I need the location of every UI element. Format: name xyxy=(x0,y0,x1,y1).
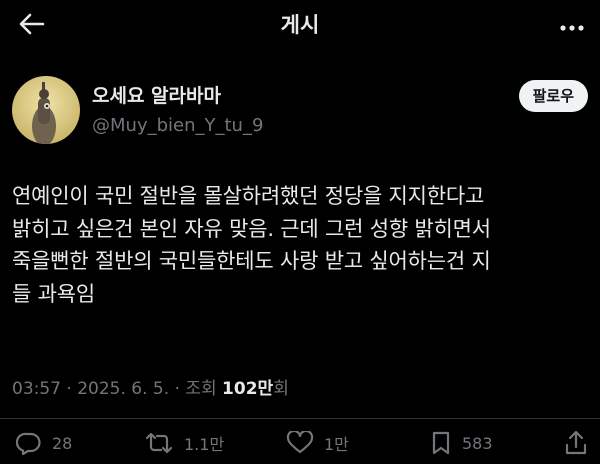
repost-count: 1.1만 xyxy=(184,435,225,454)
meta-separator: · xyxy=(169,379,186,399)
post-line: 들 과욕임 xyxy=(12,281,95,306)
like-count: 1만 xyxy=(324,435,349,454)
share-icon xyxy=(564,430,588,456)
page-title: 게시 xyxy=(280,13,320,37)
post-meta: 03:57 · 2025. 6. 5. · 조회 102만회 xyxy=(12,376,289,402)
post-line: 죽을뻔한 절반의 국민들한테도 사랑 받고 싶어하는건 지 xyxy=(12,249,491,273)
bookmark-count: 583 xyxy=(462,433,493,453)
avatar[interactable] xyxy=(12,76,80,144)
views-suffix: 회 xyxy=(273,379,289,399)
reply-button[interactable]: 28 xyxy=(16,426,72,460)
repost-button[interactable]: 1.1만 xyxy=(144,426,224,460)
bookmark-button[interactable]: 583 xyxy=(430,426,493,460)
follow-button[interactable]: 팔로우 xyxy=(518,80,588,112)
author-display-name[interactable]: 오세요 알라바마 xyxy=(92,84,221,108)
post-line: 연예인이 국민 절반을 몰살하려했던 정당을 지지한다고 xyxy=(12,184,485,208)
top-bar: 게시 xyxy=(0,0,600,52)
post-author: 오세요 알라바마 @Muy_bien_Y_tu_9 팔로우 xyxy=(12,76,588,146)
meta-separator: · xyxy=(61,379,78,399)
more-horizontal-icon xyxy=(559,17,585,36)
views-label: 조회 xyxy=(185,379,223,399)
reply-icon xyxy=(16,431,42,455)
reply-count: 28 xyxy=(52,433,73,453)
action-bar: 28 1.1만 1만 583 xyxy=(0,426,600,460)
share-button[interactable] xyxy=(564,426,588,460)
post-line: 밝히고 싶은건 본인 자유 맞음. 근데 그런 성향 밝히면서 xyxy=(12,216,491,241)
repost-icon xyxy=(144,431,174,455)
author-handle[interactable]: @Muy_bien_Y_tu_9 xyxy=(92,114,263,138)
post-date[interactable]: 2025. 6. 5. xyxy=(77,379,169,399)
like-button[interactable]: 1만 xyxy=(286,426,349,460)
views-count: 102만 xyxy=(222,379,274,399)
divider xyxy=(0,418,600,419)
post-time[interactable]: 03:57 xyxy=(12,379,61,399)
heart-icon xyxy=(286,431,314,455)
more-options-button[interactable] xyxy=(554,10,590,42)
post-body: 연예인이 국민 절반을 몰살하려했던 정당을 지지한다고 밝히고 싶은건 본인 … xyxy=(12,180,590,310)
bookmark-icon xyxy=(430,430,452,456)
